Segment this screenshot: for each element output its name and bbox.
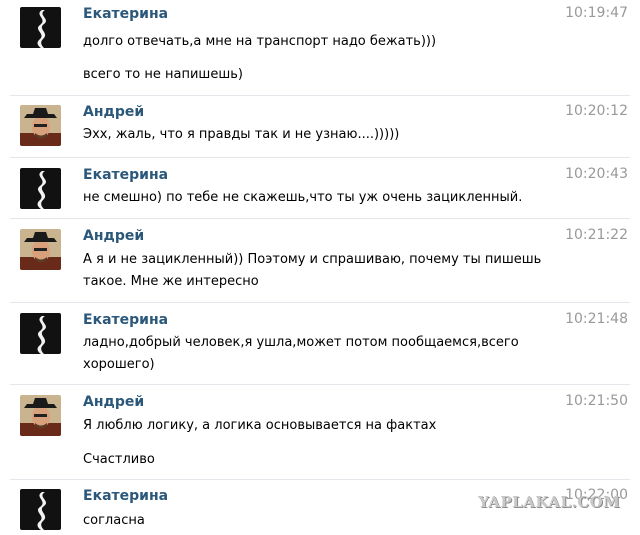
andrey-avatar-icon	[20, 105, 61, 146]
message-text: согласна	[83, 513, 145, 528]
andrey-avatar-icon	[20, 395, 61, 436]
divider	[10, 218, 630, 219]
message-item: Екатерина 10:19:47 долго отвечать,а мне …	[0, 2, 640, 94]
andrey-avatar-icon	[20, 229, 61, 270]
ekaterina-avatar-icon	[20, 7, 61, 48]
ekaterina-avatar-icon	[20, 489, 61, 530]
message-item: Андрей 10:21:50 Я люблю логику, а логика…	[0, 390, 640, 474]
ekaterina-avatar-icon	[20, 168, 61, 209]
author-name[interactable]: Екатерина	[83, 167, 168, 183]
divider	[10, 479, 630, 480]
message-text: хорошего)	[83, 357, 155, 372]
divider	[10, 157, 630, 158]
avatar[interactable]	[20, 168, 61, 209]
message-time: 10:21:48	[565, 311, 628, 327]
message-item: Андрей 10:21:22 А я и не зацикленный)) П…	[0, 224, 640, 296]
avatar[interactable]	[20, 313, 61, 354]
message-text: ладно,добрый человек,я ушла,может потом …	[83, 335, 519, 350]
avatar[interactable]	[20, 489, 61, 530]
ekaterina-avatar-icon	[20, 313, 61, 354]
divider	[10, 302, 630, 303]
message-text: Я люблю логику, а логика основывается на…	[83, 418, 437, 433]
message-text: А я и не зацикленный)) Поэтому и спрашив…	[83, 252, 542, 267]
avatar[interactable]	[20, 395, 61, 436]
message-item: Екатерина 10:20:43 не смешно) по тебе не…	[0, 163, 640, 213]
message-time: 10:20:12	[565, 103, 628, 119]
avatar[interactable]	[20, 229, 61, 270]
author-name[interactable]: Екатерина	[83, 6, 168, 22]
message-text: такое. Мне же интересно	[83, 274, 259, 289]
message-text: всего то не напишешь)	[83, 67, 243, 82]
author-name[interactable]: Андрей	[83, 104, 144, 120]
divider	[10, 384, 630, 385]
message-text: Счастливо	[83, 452, 155, 467]
message-item: Андрей 10:20:12 Эхх, жаль, что я правды …	[0, 100, 640, 150]
author-name[interactable]: Екатерина	[83, 312, 168, 328]
avatar[interactable]	[20, 105, 61, 146]
message-time: 10:21:50	[565, 393, 628, 409]
message-text: не смешно) по тебе не скажешь,что ты уж …	[83, 190, 523, 205]
message-time: 10:19:47	[565, 5, 628, 21]
author-name[interactable]: Андрей	[83, 228, 144, 244]
watermark: YAPLAKAL.COM	[478, 493, 621, 511]
message-text: долго отвечать,а мне на транспорт надо б…	[83, 34, 437, 49]
message-time: 10:21:22	[565, 227, 628, 243]
author-name[interactable]: Екатерина	[83, 488, 168, 504]
message-item: Екатерина 10:21:48 ладно,добрый человек,…	[0, 308, 640, 380]
message-text: Эхх, жаль, что я правды так и не узнаю..…	[83, 127, 400, 142]
divider	[10, 95, 630, 96]
author-name[interactable]: Андрей	[83, 394, 144, 410]
avatar[interactable]	[20, 7, 61, 48]
message-time: 10:20:43	[565, 166, 628, 182]
